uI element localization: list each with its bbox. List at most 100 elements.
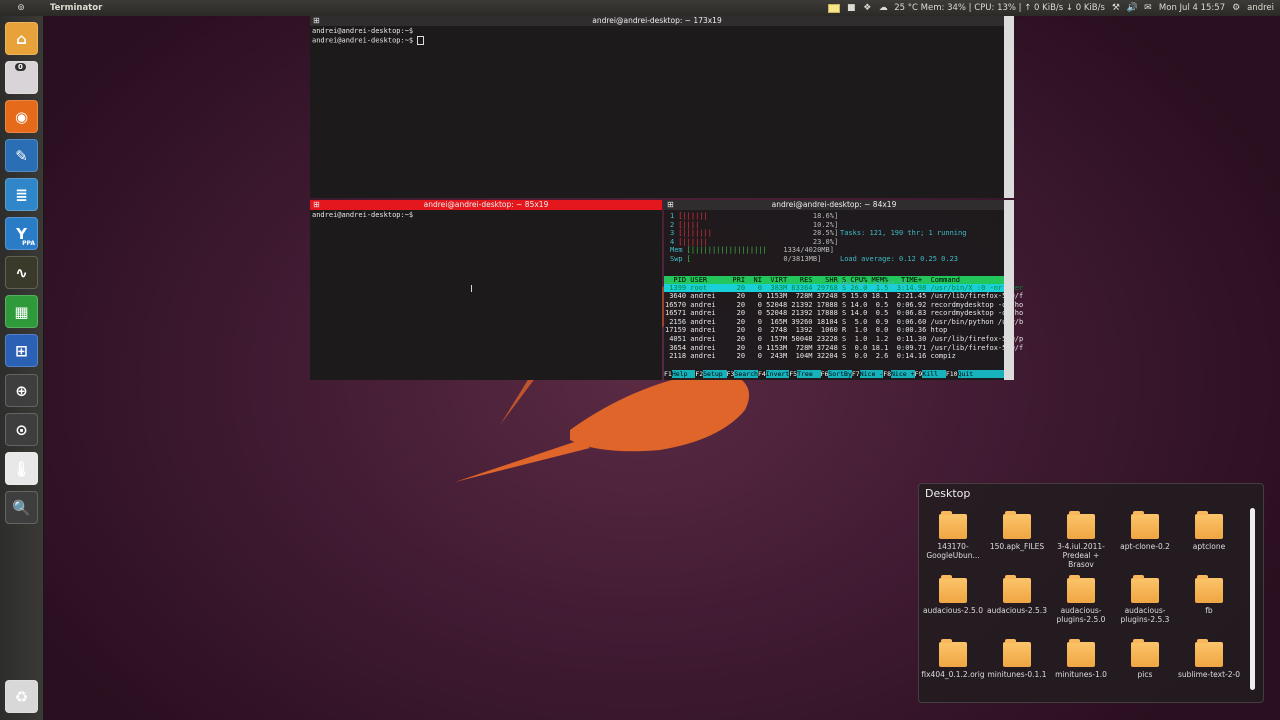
desktop-folder[interactable]: aptclone: [1177, 511, 1241, 551]
desktop-folder[interactable]: audacious-2.5.3: [985, 575, 1049, 615]
ibeam-cursor-icon: I: [470, 284, 473, 295]
desktop-folder-panel: Desktop 143170-GoogleUbun... 150.apk_FILE…: [918, 483, 1264, 703]
folder-indicator-icon[interactable]: [828, 3, 841, 13]
htop-fkey[interactable]: F5: [789, 370, 798, 378]
launcher-ppa-manager-icon[interactable]: Y PPA: [5, 217, 38, 250]
htop-meter-value: 1334/4020MB]: [783, 246, 834, 254]
user-name[interactable]: andrei: [1247, 0, 1274, 16]
desktop-folder[interactable]: 3-4.iul.2011-Predeal + Brasov: [1049, 511, 1113, 569]
htop-fkey[interactable]: F1: [664, 370, 672, 378]
htop-meters: 1 [|||||| 18.6%] 2 [|||| 10.2%] 3 [||||||| 28…: [664, 210, 1004, 288]
launcher-document-viewer-icon[interactable]: ≣: [5, 178, 38, 211]
desktop-folder[interactable]: pics: [1113, 639, 1177, 679]
terminal-grid-icon[interactable]: ⊞: [313, 17, 320, 25]
desktop-folder[interactable]: minitunes-1.0: [1049, 639, 1113, 679]
gear-icon[interactable]: ⚙: [1231, 3, 1241, 13]
launcher-system-monitor-icon[interactable]: ∿: [5, 256, 38, 289]
desktop-panel-scrollbar[interactable]: [1250, 508, 1255, 690]
htop-cpu-value: 18.6%]: [812, 212, 839, 220]
htop-fkey[interactable]: F7: [851, 370, 860, 378]
htop-cpu-bar: [|||||||: [678, 229, 809, 237]
launcher-weather-icon[interactable]: 🌡: [5, 452, 38, 485]
launcher-home-folder-icon[interactable]: ⌂: [5, 22, 38, 55]
window-indicator-icon[interactable]: ■: [846, 3, 856, 13]
launcher-workspace-switcher-icon[interactable]: 0: [5, 61, 38, 94]
desktop-folder[interactable]: 143170-GoogleUbun...: [921, 511, 985, 560]
htop-fkey[interactable]: F8: [883, 370, 892, 378]
terminal-top-titlebar[interactable]: ⊞ andrei@andrei-desktop: ~ 173x19: [310, 16, 1004, 26]
htop-meter-label: Swp: [670, 254, 683, 263]
htop-fkey-label: Help: [671, 370, 696, 378]
htop-meter-value: 0/3813MB]: [783, 254, 822, 263]
desktop-folder[interactable]: audacious-2.5.0: [921, 575, 985, 615]
volume-icon[interactable]: 🔊: [1127, 3, 1138, 13]
launcher-add-app-icon[interactable]: ⊕: [5, 374, 38, 407]
terminal-line: andrei@andrei-desktop:~$: [312, 36, 418, 44]
terminal-bottom-left-titlebar[interactable]: ⊞ andrei@andrei-desktop: ~ 85x19: [310, 200, 662, 210]
htop-fkey-label: Search: [734, 370, 758, 378]
htop-fkey[interactable]: F2: [695, 370, 704, 378]
terminal-top[interactable]: ⊞ andrei@andrei-desktop: ~ 173x19 andrei…: [310, 16, 1004, 198]
mail-icon[interactable]: ✉: [1143, 3, 1153, 13]
terminal-grid-icon[interactable]: ⊞: [313, 201, 320, 209]
launcher-firefox-icon[interactable]: ◉: [5, 100, 38, 133]
htop-fkey[interactable]: F10: [945, 370, 958, 378]
folder-label: audacious-plugins-2.5.0: [1056, 606, 1106, 624]
folder-icon: [1003, 575, 1031, 603]
terminal-bottom-right-titlebar[interactable]: ⊞ andrei@andrei-desktop: ~ 84x19: [664, 200, 1004, 210]
terminal-bottom-left[interactable]: ⊞ andrei@andrei-desktop: ~ 85x19 andrei@…: [310, 200, 662, 380]
desktop-folder[interactable]: audacious-plugins-2.5.0: [1049, 575, 1113, 624]
clock[interactable]: Mon Jul 4 15:57: [1159, 0, 1225, 16]
htop-process-row[interactable]: 2156 andrei 20 0 165M 39260 18104 S 5.0 …: [664, 318, 1023, 327]
htop-fkey-label: Nice -: [859, 370, 884, 378]
terminal-top-right-edge: [1004, 16, 1014, 198]
terminal-bottom-left-output[interactable]: andrei@andrei-desktop:~$: [310, 210, 662, 221]
htop-process-row[interactable]: 16571 andrei 20 0 52048 21392 17888 S 14…: [664, 309, 1023, 318]
system-status-text[interactable]: 25 °C Mem: 34% | CPU: 13% | ↑ 0 KiB/s ↓ …: [894, 0, 1105, 16]
launcher-spreadsheet-icon[interactable]: ▦: [5, 295, 38, 328]
terminal-bottom-right-edge: [1004, 200, 1014, 380]
desktop-folder[interactable]: fix404_0.1.2.orig: [921, 639, 985, 679]
htop-cpu-value: 28.5%]: [812, 229, 839, 237]
launcher-text-editor-icon[interactable]: ✎: [5, 139, 38, 172]
htop-cpu-meter: 3 [||||||| 28.5%]: [670, 229, 838, 238]
folder-label: audacious-2.5.0: [923, 606, 983, 615]
folder-icon: [1195, 639, 1223, 667]
weather-icon[interactable]: ☁: [878, 3, 888, 13]
network-icon[interactable]: ⚒: [1111, 3, 1121, 13]
desktop-folder[interactable]: fb: [1177, 575, 1241, 615]
folder-icon: [1003, 639, 1031, 667]
launcher-workspaces-icon[interactable]: ⊞: [5, 334, 38, 367]
ubuntu-logo-icon[interactable]: ⊚: [16, 3, 26, 13]
folder-label: minitunes-1.0: [1055, 670, 1107, 679]
dropbox-icon[interactable]: ❖: [862, 3, 872, 13]
folder-label: fix404_0.1.2.orig: [921, 670, 985, 679]
launcher-dash-search-icon[interactable]: 🔍: [5, 491, 38, 524]
htop-fkey-label: Nice +: [891, 370, 915, 378]
folder-icon: [939, 575, 967, 603]
terminal-bottom-left-title: andrei@andrei-desktop: ~ 85x19: [423, 200, 549, 209]
terminal-cursor: [417, 35, 425, 45]
htop-cpu-meter: 1 [|||||| 18.6%]: [670, 212, 838, 221]
desktop-folder[interactable]: 150.apk_FILES: [985, 511, 1049, 551]
folder-label: 3-4.iul.2011-Predeal + Brasov: [1057, 542, 1105, 569]
desktop-folder[interactable]: audacious-plugins-2.5.3: [1113, 575, 1177, 624]
htop-process-row[interactable]: 4051 andrei 20 0 157M 50048 23228 S 1.0 …: [664, 335, 1023, 344]
desktop-folder[interactable]: apt-clone-0.2: [1113, 511, 1177, 551]
folder-label: audacious-plugins-2.5.3: [1120, 606, 1170, 624]
folder-icon: [1131, 575, 1159, 603]
htop-fkey[interactable]: F4: [757, 370, 766, 378]
terminal-grid-icon[interactable]: ⊞: [667, 201, 674, 209]
htop-function-bar: F1Help F2Setup F3SearchF4InvertF5Tree F6…: [664, 370, 1004, 378]
htop-process-row[interactable]: 2118 andrei 20 0 243M 104M 32204 S 0.0 2…: [664, 352, 1004, 361]
terminal-bottom-right[interactable]: ⊞ andrei@andrei-desktop: ~ 84x19 1 [|||||…: [664, 200, 1023, 380]
launcher-trash-icon[interactable]: ♻: [5, 680, 38, 713]
htop-swap-meter: Swp[ 0/3813MB]: [670, 255, 838, 264]
unity-launcher: ⌂ 0 ◉ ✎ ≣ Y PPA ∿ ▦ ⊞ ⊕ ⊙ 🌡 🔍 ♻: [0, 16, 44, 720]
desktop-folder[interactable]: sublime-text-2-0: [1177, 639, 1241, 679]
launcher-search-files-icon[interactable]: ⊙: [5, 413, 38, 446]
terminal-top-output[interactable]: andrei@andrei-desktop:~$ andrei@andrei-de…: [310, 26, 1004, 46]
htop-process-row[interactable]: 17159 andrei 20 0 2748 1392 1060 R 1.0 0…: [664, 326, 1004, 335]
htop-process-row[interactable]: 3654 andrei 20 0 1153M 728M 37248 S 0.0 …: [664, 344, 1023, 353]
desktop-folder[interactable]: minitunes-0.1.1: [985, 639, 1049, 679]
